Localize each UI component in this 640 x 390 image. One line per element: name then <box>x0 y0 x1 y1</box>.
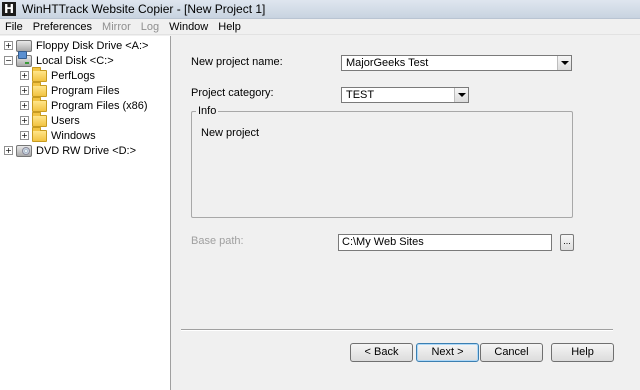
tree-item-program-files[interactable]: + Program Files <box>20 81 120 98</box>
base-path-label: Base path: <box>191 235 244 247</box>
tree-item-label: Windows <box>51 129 96 142</box>
chevron-down-icon[interactable] <box>454 88 468 102</box>
project-category-label: Project category: <box>191 87 274 99</box>
cancel-button[interactable]: Cancel <box>480 343 543 362</box>
project-category-value[interactable]: TEST <box>342 88 454 102</box>
window-title: WinHTTrack Website Copier - [New Project… <box>22 2 266 16</box>
expand-icon[interactable]: + <box>20 116 29 125</box>
project-category-combobox[interactable]: TEST <box>341 87 469 103</box>
expand-icon[interactable]: + <box>20 131 29 140</box>
tree-item-users[interactable]: + Users <box>20 111 80 128</box>
menu-log[interactable]: Log <box>136 19 164 35</box>
tree-item-windows[interactable]: + Windows <box>20 126 96 143</box>
collapse-icon[interactable]: − <box>4 56 13 65</box>
tree-item-perflogs[interactable]: + PerfLogs <box>20 66 96 83</box>
tree-item-program-files-x86[interactable]: + Program Files (x86) <box>20 96 148 113</box>
menu-file[interactable]: File <box>0 19 28 35</box>
project-name-value[interactable]: MajorGeeks Test <box>342 56 557 70</box>
expand-icon[interactable]: + <box>20 86 29 95</box>
menu-help[interactable]: Help <box>213 19 246 35</box>
menu-window[interactable]: Window <box>164 19 213 35</box>
tree-item-label: Program Files (x86) <box>51 99 148 112</box>
info-text: New project <box>201 127 260 139</box>
folder-icon <box>32 96 47 112</box>
local-disk-icon <box>16 50 32 67</box>
expand-icon[interactable]: + <box>20 71 29 80</box>
tree-item-dvd[interactable]: + DVD RW Drive <D:> <box>4 143 136 158</box>
folder-icon <box>32 81 47 97</box>
base-path-input[interactable]: C:\My Web Sites <box>338 234 552 251</box>
directory-tree[interactable]: + Floppy Disk Drive <A:> − Local Disk <C… <box>0 36 171 390</box>
tree-item-label: Local Disk <C:> <box>36 54 114 67</box>
expand-icon[interactable]: + <box>20 101 29 110</box>
menu-preferences[interactable]: Preferences <box>28 19 97 35</box>
info-legend: Info <box>196 105 219 117</box>
floppy-drive-icon <box>16 39 32 52</box>
menu-bar: File Preferences Mirror Log Window Help <box>0 19 640 35</box>
folder-icon <box>32 111 47 127</box>
tree-item-label: Floppy Disk Drive <A:> <box>36 39 149 52</box>
browse-button[interactable]: ... <box>560 234 574 251</box>
tree-item-label: Users <box>51 114 80 127</box>
expand-icon[interactable]: + <box>4 41 13 50</box>
tree-item-label: Program Files <box>51 84 120 97</box>
separator <box>181 329 613 331</box>
help-button[interactable]: Help <box>551 343 614 362</box>
folder-icon <box>32 66 47 82</box>
tree-item-local-disk[interactable]: − Local Disk <C:> <box>4 50 114 68</box>
expand-icon[interactable]: + <box>4 146 13 155</box>
tree-item-label: PerfLogs <box>51 69 96 82</box>
tree-item-label: DVD RW Drive <D:> <box>36 144 137 157</box>
menu-mirror[interactable]: Mirror <box>97 19 136 35</box>
back-button[interactable]: < Back <box>350 343 413 362</box>
project-name-combobox[interactable]: MajorGeeks Test <box>341 55 572 71</box>
project-name-label: New project name: <box>191 56 283 68</box>
chevron-down-icon[interactable] <box>557 56 571 70</box>
folder-icon <box>32 126 47 142</box>
app-icon: H <box>2 2 16 16</box>
title-bar: H WinHTTrack Website Copier - [New Proje… <box>0 0 640 19</box>
dvd-drive-icon <box>16 144 32 157</box>
next-button[interactable]: Next > <box>416 343 479 362</box>
